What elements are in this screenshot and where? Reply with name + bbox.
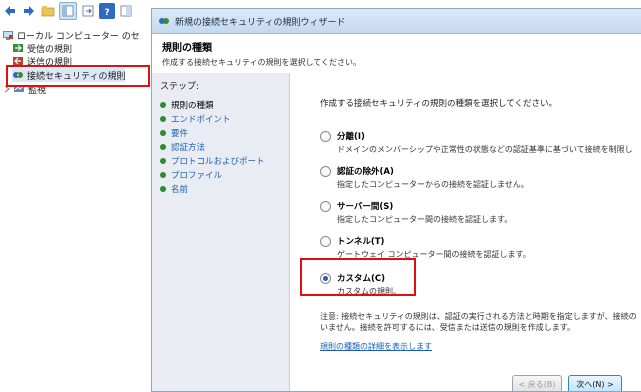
steps-title: ステップ: [160,82,200,92]
svg-text:?: ? [105,8,110,17]
option-server-to-server[interactable]: サーバー間(S) 指定したコンピューター間の接続を認証します。 [320,200,512,225]
step-label: 要件 [171,129,189,139]
connection-security-icon [13,72,23,78]
tree-item-outbound[interactable]: 送信の規則 [12,54,72,68]
radio-isolation[interactable] [320,131,331,142]
radio-tunnel[interactable] [320,236,331,247]
option-description: 指定したコンピューター間の接続を認証します。 [337,215,513,224]
step-bullet-icon [160,144,166,150]
wizard-window: 新規の接続セキュリティの規則ウィザード 規則の種類 作成する接続セキュリティの規… [151,8,641,392]
option-title: カスタム(C) [337,274,386,284]
tree-item-label: 送信の規則 [27,57,73,68]
steps-pane: ステップ: 規則の種類 エンドポイント 要件 認証方法 プロトコルおよびポート … [152,73,290,391]
inbound-rules-icon [13,44,23,52]
step-bullet-icon [160,158,166,164]
page-heading: 規則の種類 [162,43,212,54]
option-title: サーバー間(S) [337,202,394,212]
option-tunnel[interactable]: トンネル(T) ゲートウェイ コンピューター間の接続を認証します。 [320,235,531,260]
option-description: ゲートウェイ コンピューター間の接続を認証します。 [337,250,531,259]
option-title: 認証の除外(A) [337,167,394,177]
export-list-icon[interactable] [80,3,96,19]
wizard-titlebar: 新規の接続セキュリティの規則ウィザード [152,9,641,34]
option-custom[interactable]: カスタム(C) カスタムの規則。 [320,272,401,297]
radio-server-to-server[interactable] [320,201,331,212]
wizard-app-icon [159,18,169,24]
help-icon[interactable]: ? [99,3,115,19]
forward-arrow-icon[interactable] [21,3,37,19]
mmc-toolbar: ? [0,0,152,22]
wizard-title: 新規の接続セキュリティの規則ウィザード [175,17,346,28]
up-folder-icon[interactable] [40,3,56,19]
monitoring-icon [14,85,24,92]
step-requirements[interactable]: 要件 [160,126,289,140]
tree-item-label: 接続セキュリティの規則 [27,71,126,82]
option-title: トンネル(T) [337,237,385,247]
page-subheading: 作成する接続セキュリティの規則を選択してください。 [162,58,362,67]
rule-type-prompt: 作成する接続セキュリティの規則の種類を選択してください。 [320,99,557,109]
step-label: エンドポイント [171,115,231,125]
step-bullet-icon [160,172,166,178]
radio-auth-exemption[interactable] [320,166,331,177]
wizard-content: 作成する接続セキュリティの規則の種類を選択してください。 分離(I) ドメインの… [290,73,641,391]
tree-item-connection-security[interactable]: 接続セキュリティの規則 [12,68,126,82]
step-bullet-icon [160,116,166,122]
option-description: カスタムの規則。 [337,287,401,296]
step-label: プロファイル [171,171,223,181]
tree-item-label: 受信の規則 [27,44,73,55]
step-label: プロトコルおよびポート [171,157,265,167]
option-description: 指定したコンピューターからの接続を認証しません。 [337,180,529,189]
step-protocol-port[interactable]: プロトコルおよびポート [160,154,289,168]
radio-custom[interactable] [320,273,331,284]
expand-arrow-icon[interactable] [4,85,10,93]
show-hide-tree-icon[interactable] [59,2,77,20]
back-arrow-icon[interactable] [2,3,18,19]
note-line: いません。接続を許可するには、受信または送信の規則を作成します。 [320,323,575,332]
tree-item-inbound[interactable]: 受信の規則 [12,41,72,55]
step-profile[interactable]: プロファイル [160,168,289,182]
note-line: 注意: 接続セキュリティの規則は、認証の実行される方法と時期を指定しますが、接続… [320,312,637,321]
step-auth-method[interactable]: 認証方法 [160,140,289,154]
outbound-rules-icon [13,57,23,65]
tree-item-monitoring[interactable]: 監視 [4,82,46,96]
tree-item-label: 監視 [28,85,47,96]
computer-firewall-icon [3,31,13,40]
note-text: 注意: 接続セキュリティの規則は、認証の実行される方法と時期を指定しますが、接続… [320,311,637,333]
step-label: 規則の種類 [171,101,214,111]
rule-types-help-link[interactable]: 規則の種類の詳細を表示します [320,341,432,352]
step-bullet-icon [160,186,166,192]
option-auth-exemption[interactable]: 認証の除外(A) 指定したコンピューターからの接続を認証しません。 [320,165,529,190]
option-title: 分離(I) [337,132,365,142]
properties-pane-icon[interactable] [118,3,134,19]
next-button[interactable]: 次へ(N) > [568,375,622,391]
option-isolation[interactable]: 分離(I) ドメインのメンバーシップや正常性の状態などの認証基準に基づいて接続を… [320,130,633,155]
step-endpoint[interactable]: エンドポイント [160,112,289,126]
step-bullet-icon [160,102,166,108]
console-tree: ローカル コンピューター のセ 受信の規則 送信の規則 接続セキュリティの規則 … [0,24,150,388]
tree-item-label: ローカル コンピューター のセ [17,31,140,42]
step-bullet-icon [160,130,166,136]
wizard-header: 規則の種類 作成する接続セキュリティの規則を選択してください。 [152,34,641,78]
step-rule-type[interactable]: 規則の種類 [160,98,289,112]
back-button[interactable]: < 戻る(B) [512,375,562,391]
tree-item-root[interactable]: ローカル コンピューター のセ [2,28,140,42]
step-label: 名前 [171,185,189,195]
step-name[interactable]: 名前 [160,182,289,196]
option-description: ドメインのメンバーシップや正常性の状態などの認証基準に基づいて接続を制限し [337,145,633,154]
step-label: 認証方法 [171,143,206,153]
